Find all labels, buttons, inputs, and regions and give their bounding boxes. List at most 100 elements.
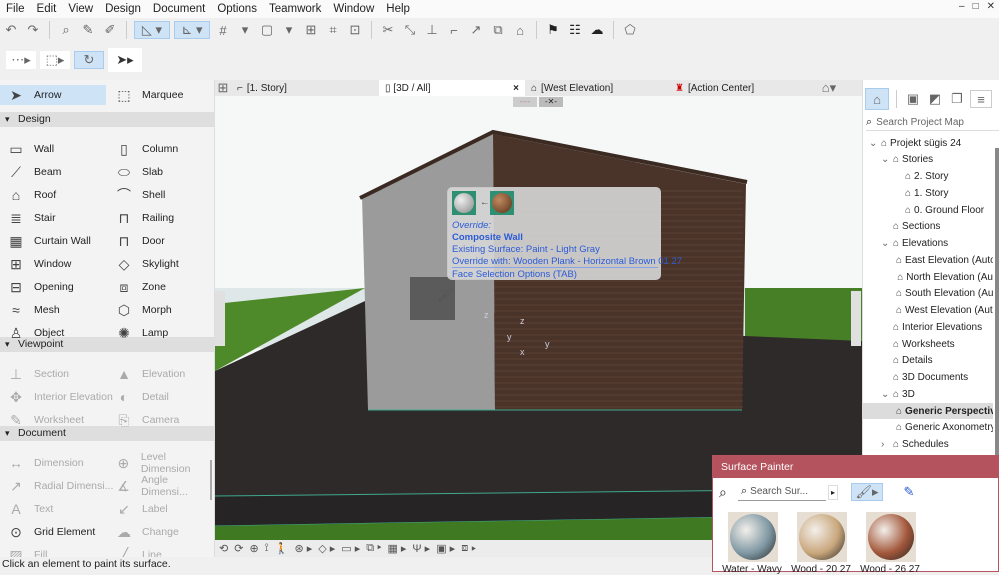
tree-item[interactable]: ⌂ North Elevation (Au <box>863 269 993 285</box>
layers-icon[interactable]: ⧉ ▸ <box>366 542 381 555</box>
tree-item[interactable]: ⌄ ⌂ Projekt sügis 24 <box>863 135 993 151</box>
tool-label[interactable]: ↙ Label <box>114 499 168 519</box>
fit-zoom-icon[interactable]: ⊛ ▸ <box>294 542 312 555</box>
grid-icon[interactable]: # <box>214 21 232 39</box>
tool-change[interactable]: ☁ Change <box>114 522 179 542</box>
tool-window[interactable]: ⊞ Window <box>6 254 71 274</box>
adjust-icon[interactable]: ⤡ <box>401 21 419 39</box>
menu-edit[interactable]: Edit <box>31 3 63 15</box>
menu-design[interactable]: Design <box>99 3 147 15</box>
tree-item[interactable]: ⌂ 2. Story <box>863 169 993 185</box>
search-options-icon[interactable]: ▸ <box>828 485 839 500</box>
tool-shell[interactable]: ⌒ Shell <box>114 185 165 205</box>
grid-dropdown-icon[interactable]: ▾ <box>236 21 254 39</box>
tree-item[interactable]: ⌂ 1. Story <box>863 185 993 201</box>
eyedropper-icon[interactable]: ✎ <box>893 483 925 501</box>
tree-item[interactable]: ⌂ Interior Elevations <box>863 319 993 335</box>
tree-item[interactable]: ⌂ South Elevation (Au <box>863 286 993 302</box>
tool-object[interactable]: ♙ Object <box>6 323 65 343</box>
search-input[interactable]: Search Project Map <box>876 117 964 128</box>
tool-skylight[interactable]: ◇ Skylight <box>114 254 179 274</box>
tool-morph[interactable]: ⬡ Morph <box>114 300 172 320</box>
tool-camera[interactable]: ⎘ Camera <box>114 410 179 430</box>
menu-view[interactable]: View <box>62 3 99 15</box>
menu-file[interactable]: File <box>0 3 31 15</box>
tree-item[interactable]: › ⌂ Schedules <box>863 437 993 453</box>
tool-angle-dimensi-[interactable]: ∡ Angle Dimensi... <box>114 474 214 498</box>
fillet-icon[interactable]: ⌐ <box>445 21 463 39</box>
tool-beam[interactable]: ⟋ Beam <box>6 162 61 182</box>
tab-1-story[interactable]: ⌐ [1. Story] <box>231 80 379 96</box>
tool-slab[interactable]: ⬭ Slab <box>114 162 163 182</box>
arrow-tool-icon[interactable]: ➤▸ <box>108 48 142 72</box>
selection-method-icon[interactable]: ⋯▸ <box>6 51 36 69</box>
close-window-button[interactable]: ✕ <box>987 1 995 12</box>
expand-chevron-icon[interactable]: ⌄ <box>869 138 878 149</box>
publisher-icon[interactable]: ❐ <box>948 90 966 108</box>
navigator-menu-icon[interactable]: ≡ <box>970 90 992 108</box>
tool-wall[interactable]: ▭ Wall <box>6 139 54 159</box>
tool-mesh[interactable]: ≈ Mesh <box>6 300 60 320</box>
tree-item[interactable]: ⌂ Details <box>863 353 993 369</box>
find-select-icon[interactable]: ⌕ <box>57 21 75 39</box>
partial-structure-icon[interactable]: ▣ ▸ <box>436 542 455 555</box>
injection-icon[interactable]: ✐ <box>101 21 119 39</box>
snap-icon[interactable]: ⊾ ▾ <box>174 21 210 39</box>
elevate-icon[interactable]: ⊥ <box>423 21 441 39</box>
flag-list-icon[interactable]: ☷ <box>566 21 584 39</box>
paint-bucket-icon[interactable]: 🖌▸ <box>851 483 883 501</box>
tab-3d-all[interactable]: ▯ [3D / All] × <box>379 80 525 96</box>
expand-chevron-icon[interactable]: › <box>881 439 890 450</box>
flag-icon[interactable]: ⚑ <box>544 21 562 39</box>
view-map-icon[interactable]: ▣ <box>904 90 922 108</box>
dropdown-icon[interactable]: ▾ <box>280 21 298 39</box>
eyedropper-icon[interactable]: ✎ <box>79 21 97 39</box>
rotate-icon[interactable]: ⟲ <box>219 542 228 555</box>
cloud-icon[interactable]: ☁ <box>588 21 606 39</box>
menu-teamwork[interactable]: Teamwork <box>263 3 327 15</box>
tab-action-center[interactable]: ♜ [Action Center] <box>669 80 814 96</box>
tool-curtain-wall[interactable]: ▦ Curtain Wall <box>6 231 90 251</box>
redo-view-icon[interactable]: ⟳ <box>234 542 243 555</box>
tree-item[interactable]: ⌂ Generic Axonometry <box>863 420 993 436</box>
tool-dimension[interactable]: ↔ Dimension <box>6 453 84 473</box>
tool-interior-elevation[interactable]: ✥ Interior Elevation <box>6 387 113 407</box>
select-frame-icon[interactable]: ⊡ <box>346 21 364 39</box>
orbit-icon[interactable]: ⟟ <box>265 542 269 555</box>
layout-book-icon[interactable]: ◩ <box>926 90 944 108</box>
layer-icon[interactable]: ▢ <box>258 21 276 39</box>
tree-item[interactable]: ⌄ ⌂ 3D <box>863 386 993 402</box>
tool-level-dimension[interactable]: ⊕ Level Dimension <box>114 451 214 475</box>
style-icon[interactable]: ◇ ▸ <box>318 542 335 555</box>
marquee-mode-icon[interactable]: ⬚▸ <box>40 51 70 69</box>
tool-text[interactable]: A Text <box>6 499 53 519</box>
tree-item[interactable]: ⌂ Generic Perspective <box>863 403 993 419</box>
tool-door[interactable]: ⊓ Door <box>114 231 165 251</box>
tree-item[interactable]: ⌂ 0. Ground Floor <box>863 202 993 218</box>
tool-opening[interactable]: ⊟ Opening <box>6 277 74 297</box>
tab-overview-icon[interactable]: ⊞ <box>215 80 231 96</box>
tree-item[interactable]: ⌂ West Elevation (Auto <box>863 303 993 319</box>
menu-window[interactable]: Window <box>327 3 380 15</box>
tree-item[interactable]: ⌄ ⌂ Elevations <box>863 236 993 252</box>
redo-icon[interactable]: ↷ <box>24 21 42 39</box>
tool-section[interactable]: ⊥ Section <box>6 364 69 384</box>
expand-chevron-icon[interactable]: ⌄ <box>881 238 890 249</box>
tool-detail[interactable]: ◐ Detail <box>114 387 169 407</box>
tool-grid-element[interactable]: ⊙ Grid Element <box>6 522 95 542</box>
scale-icon[interactable]: ▭ ▸ <box>341 542 360 555</box>
tool-radial-dimensi-[interactable]: ↗ Radial Dimensi... <box>6 476 113 496</box>
tab-west-elevation[interactable]: ⌂ [West Elevation] <box>525 80 669 96</box>
menu-document[interactable]: Document <box>147 3 211 15</box>
expand-chevron-icon[interactable]: ⌄ <box>881 154 890 165</box>
dimension-icon[interactable]: ⊞ <box>302 21 320 39</box>
tool-lamp[interactable]: ✺ Lamp <box>114 323 168 343</box>
tool-arrow[interactable]: ➤ Arrow <box>0 85 106 105</box>
tree-item[interactable]: ⌂ 3D Documents <box>863 370 993 386</box>
surface-swatch[interactable] <box>866 512 916 562</box>
explode-icon[interactable]: ⧉ <box>489 21 507 39</box>
tree-item[interactable]: ⌂ East Elevation (Auto <box>863 252 993 268</box>
magic-wand-icon[interactable]: ↻ <box>74 51 104 69</box>
panel-title[interactable]: Surface Painter <box>713 456 998 478</box>
minimize-button[interactable]: – <box>959 1 965 12</box>
